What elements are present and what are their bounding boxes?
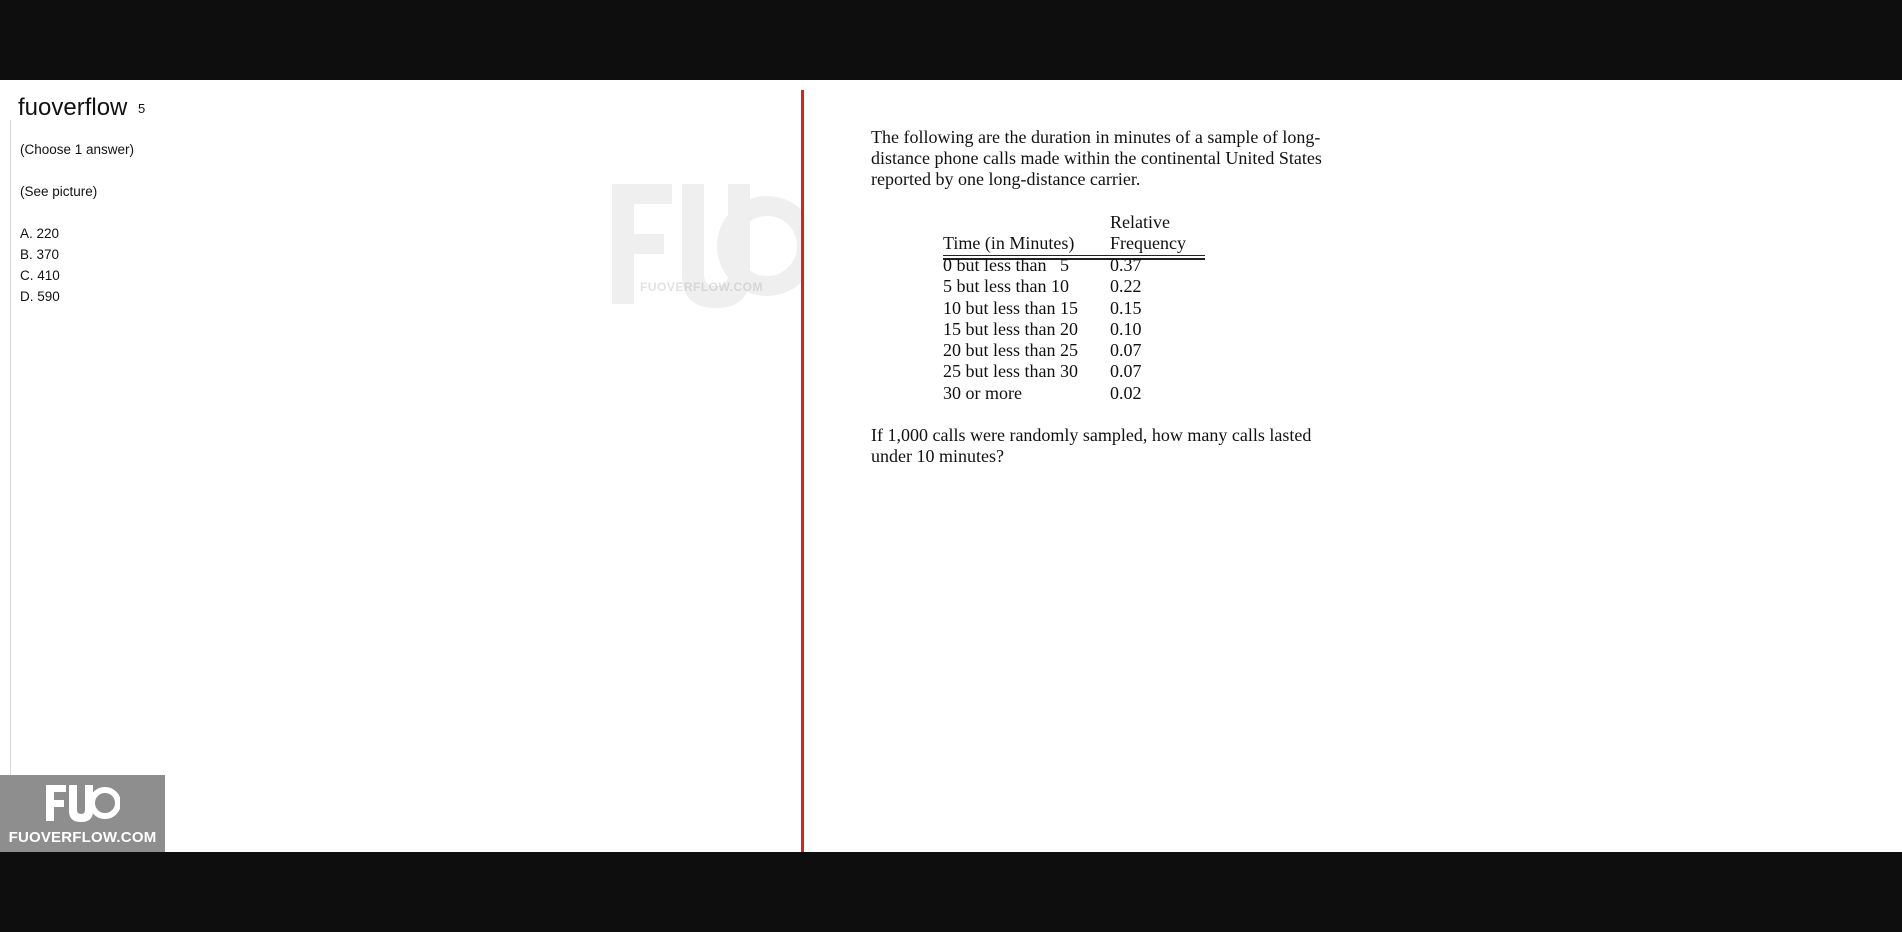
fuoverflow-logo[interactable]: FUOVERFLOW.COM xyxy=(0,775,165,852)
see-picture-text: (See picture) xyxy=(20,184,98,199)
logo-text: FUOVERFLOW.COM xyxy=(8,829,157,846)
table-row: 25 but less than 30 0.07 xyxy=(943,361,1203,382)
header-time: Time (in Minutes) xyxy=(943,233,1075,253)
site-title-overflow: 5 xyxy=(138,101,146,116)
question-panel: fuoverflow 5 (Choose 1 answer) (See pict… xyxy=(0,80,802,852)
table-body: 0 but less than 5 0.37 5 but less than 10… xyxy=(943,255,1203,404)
content-stage: fuoverflow 5 (Choose 1 answer) (See pict… xyxy=(0,80,1902,852)
watermark-text: FUOVERFLOW.COM xyxy=(640,280,763,294)
frequency-cell: 0.15 xyxy=(1110,297,1142,318)
table-row: 0 but less than 5 0.37 xyxy=(943,255,1203,276)
question-paragraph: If 1,000 calls were randomly sampled, ho… xyxy=(871,425,1371,467)
site-title: fuoverflow xyxy=(18,94,128,121)
frequency-cell: 0.22 xyxy=(1110,276,1142,297)
watermark-logo-icon xyxy=(612,184,802,308)
time-cell: 20 but less than 25 xyxy=(943,340,1078,361)
question-line: under 10 minutes? xyxy=(871,446,1004,466)
table-row: 20 but less than 25 0.07 xyxy=(943,340,1203,361)
answer-option-a[interactable]: A. 220 xyxy=(20,226,59,241)
question-line: If 1,000 calls were randomly sampled, ho… xyxy=(871,425,1312,445)
time-cell: 10 but less than 15 xyxy=(943,297,1078,318)
table-row: 30 or more 0.02 xyxy=(943,383,1203,404)
time-cell: 30 or more xyxy=(943,382,1022,403)
header-relative: Relative xyxy=(1110,212,1170,232)
frequency-cell: 0.02 xyxy=(1110,382,1142,403)
time-cell: 25 but less than 30 xyxy=(943,361,1078,382)
answer-option-b[interactable]: B. 370 xyxy=(20,247,59,262)
time-cell: 15 but less than 20 xyxy=(943,318,1078,339)
intro-line: distance phone calls made within the con… xyxy=(871,148,1322,168)
intro-line: The following are the duration in minute… xyxy=(871,127,1321,147)
header-frequency: Frequency xyxy=(1110,233,1186,253)
picture-panel: The following are the duration in minute… xyxy=(804,80,1902,852)
bottom-letterbox xyxy=(0,852,1902,932)
table-row: 15 but less than 20 0.10 xyxy=(943,319,1203,340)
frequency-cell: 0.07 xyxy=(1110,361,1142,382)
instruction-text: (Choose 1 answer) xyxy=(20,142,135,157)
panel-border xyxy=(10,120,11,852)
time-cell: 5 but less than 10 xyxy=(943,276,1069,297)
intro-paragraph: The following are the duration in minute… xyxy=(871,127,1371,190)
frequency-cell: 0.37 xyxy=(1110,255,1142,275)
frequency-cell: 0.07 xyxy=(1110,340,1142,361)
fuo-logo-icon xyxy=(46,785,120,822)
table-row: 10 but less than 15 0.15 xyxy=(943,298,1203,319)
frequency-cell: 0.10 xyxy=(1110,318,1142,339)
answer-option-c[interactable]: C. 410 xyxy=(20,268,60,283)
answer-option-d[interactable]: D. 590 xyxy=(20,289,60,304)
top-letterbox xyxy=(0,0,1902,80)
time-cell: 0 but less than 5 xyxy=(943,255,1069,275)
table-row: 5 but less than 10 0.22 xyxy=(943,276,1203,297)
intro-line: reported by one long-distance carrier. xyxy=(871,169,1141,189)
